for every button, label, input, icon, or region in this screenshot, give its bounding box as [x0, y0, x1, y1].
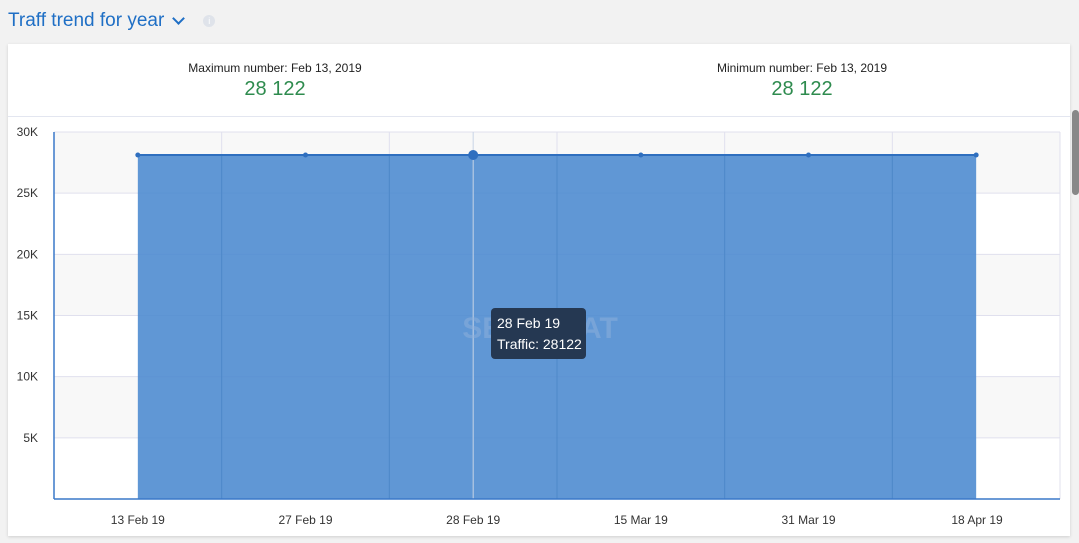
y-tick-label: 25K: [17, 186, 38, 200]
y-tick-label: 10K: [17, 370, 38, 384]
data-point: [303, 152, 308, 158]
data-point: [806, 152, 811, 158]
y-tick-label: 15K: [17, 309, 38, 323]
data-point: [468, 149, 479, 160]
scrollbar[interactable]: [1072, 110, 1079, 195]
data-point: [638, 152, 644, 158]
x-tick-label: 13 Feb 19: [111, 513, 165, 527]
tooltip-date: 28 Feb 19: [497, 315, 560, 331]
x-tick-label: 28 Feb 19: [446, 513, 500, 527]
tooltip-value: Traffic: 28122: [497, 336, 582, 352]
data-point: [135, 152, 141, 158]
y-tick-label: 30K: [17, 125, 38, 139]
x-tick-label: 15 Mar 19: [614, 513, 668, 527]
y-tick-label: 20K: [17, 247, 38, 261]
x-tick-label: 27 Feb 19: [278, 513, 332, 527]
area-chart: 5K10K15K20K25K30KSERPSTAT13 Feb 1927 Feb…: [17, 125, 1061, 527]
y-tick-label: 5K: [23, 431, 38, 445]
x-tick-label: 18 Apr 19: [951, 513, 1003, 527]
x-tick-label: 31 Mar 19: [781, 513, 835, 527]
data-point: [973, 152, 979, 158]
